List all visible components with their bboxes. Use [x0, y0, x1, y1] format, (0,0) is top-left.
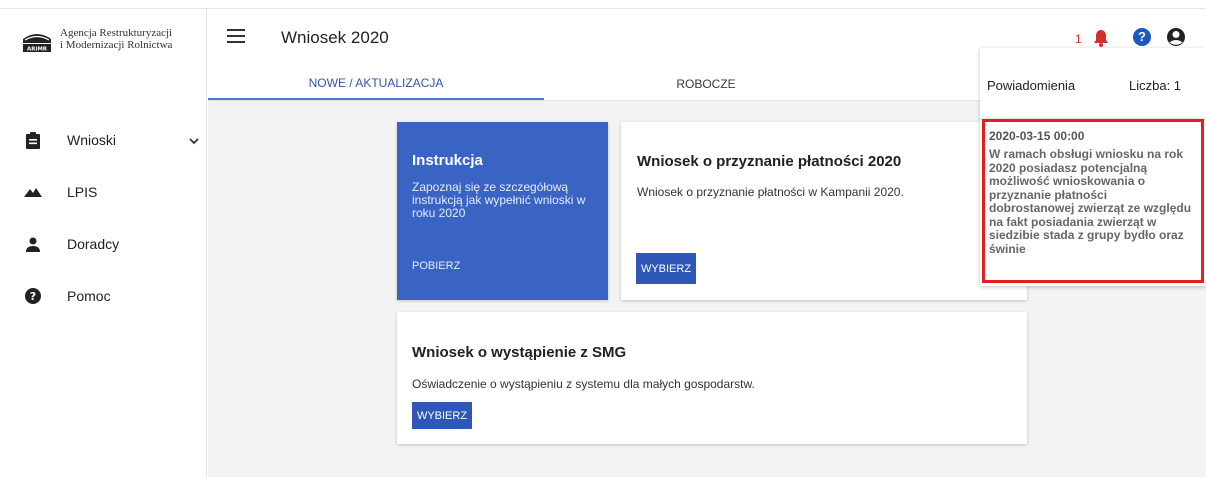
logo-mark: ARiMR: [22, 27, 52, 53]
payment-application-card: Wniosek o przyznanie płatności 2020 Wnio…: [621, 122, 1027, 300]
smg-card-text: Oświadczenie o wystąpieniu z systemu dla…: [412, 377, 755, 391]
notifications-count: Liczba: 1: [1129, 78, 1182, 93]
bell-icon[interactable]: [1093, 29, 1109, 47]
select-payment-button[interactable]: WYBIERZ: [636, 253, 696, 284]
notification-message: W ramach obsługi wniosku na rok 2020 pos…: [989, 147, 1192, 256]
notifications-title: Powiadomienia: [987, 78, 1076, 93]
instruction-title: Instrukcja: [412, 152, 483, 169]
help-icon[interactable]: ?: [1133, 28, 1151, 46]
page-title: Wniosek 2020: [281, 28, 389, 47]
header-actions: 1 ?: [1066, 27, 1206, 49]
mountains-icon: [22, 181, 44, 203]
payment-card-text: Wniosek o przyznanie płatności w Kampani…: [637, 185, 904, 199]
clipboard-icon: [22, 129, 44, 151]
brand-line-1: Agencja Restrukturyzacji: [60, 27, 173, 39]
sidebar-item-label: LPIS: [67, 184, 98, 200]
menu-icon[interactable]: [227, 29, 245, 43]
tab-robocze[interactable]: ROBOCZE: [544, 67, 868, 100]
person-icon: [22, 233, 44, 255]
chevron-down-icon[interactable]: [188, 134, 200, 146]
instruction-text: Zapoznaj się ze szczegółową instrukcją j…: [412, 180, 586, 220]
help-circle-icon: ?: [22, 285, 44, 307]
notification-item[interactable]: 2020-03-15 00:00 W ramach obsługi wniosk…: [982, 119, 1204, 283]
tab-nowe-aktualizacja[interactable]: NOWE / AKTUALIZACJA: [208, 67, 544, 100]
svg-text:?: ?: [30, 290, 36, 303]
brand-logo[interactable]: ARiMR Agencja Restrukturyzacji i Moderni…: [22, 27, 172, 53]
sidebar-item-lpis[interactable]: LPIS: [0, 166, 207, 218]
account-icon[interactable]: [1166, 27, 1186, 47]
notification-date: 2020-03-15 00:00: [989, 129, 1085, 143]
smg-card-title: Wniosek o wystąpienie z SMG: [412, 344, 627, 361]
sidebar-item-pomoc[interactable]: ? Pomoc: [0, 270, 207, 322]
sidebar-item-label: Pomoc: [67, 288, 111, 304]
sidebar-item-wnioski[interactable]: Wnioski: [0, 114, 207, 166]
top-strip: [0, 0, 1206, 9]
notification-count: 1: [1075, 32, 1082, 46]
notifications-header: Powiadomienia Liczba: 1: [980, 48, 1206, 119]
sidebar-item-label: Wnioski: [67, 132, 117, 148]
notifications-panel: Powiadomienia Liczba: 1 2020-03-15 00:00…: [980, 48, 1206, 286]
logo-acronym: ARiMR: [27, 47, 48, 53]
sidebar-item-doradcy[interactable]: Doradcy: [0, 218, 207, 270]
brand-line-2: i Modernizacji Rolnictwa: [60, 39, 173, 51]
sidebar: ARiMR Agencja Restrukturyzacji i Moderni…: [0, 9, 207, 477]
sidebar-nav: Wnioski LPIS Doradcy ? Pomoc: [0, 114, 207, 322]
instruction-card: Instrukcja Zapoznaj się ze szczegółową i…: [397, 122, 608, 300]
payment-card-title: Wniosek o przyznanie płatności 2020: [637, 153, 902, 170]
smg-withdrawal-card: Wniosek o wystąpienie z SMG Oświadczenie…: [397, 312, 1027, 444]
download-link[interactable]: POBIERZ: [412, 260, 460, 272]
sidebar-item-label: Doradcy: [67, 236, 120, 252]
select-smg-button[interactable]: WYBIERZ: [412, 402, 472, 429]
brand-name: Agencja Restrukturyzacji i Modernizacji …: [60, 27, 172, 51]
